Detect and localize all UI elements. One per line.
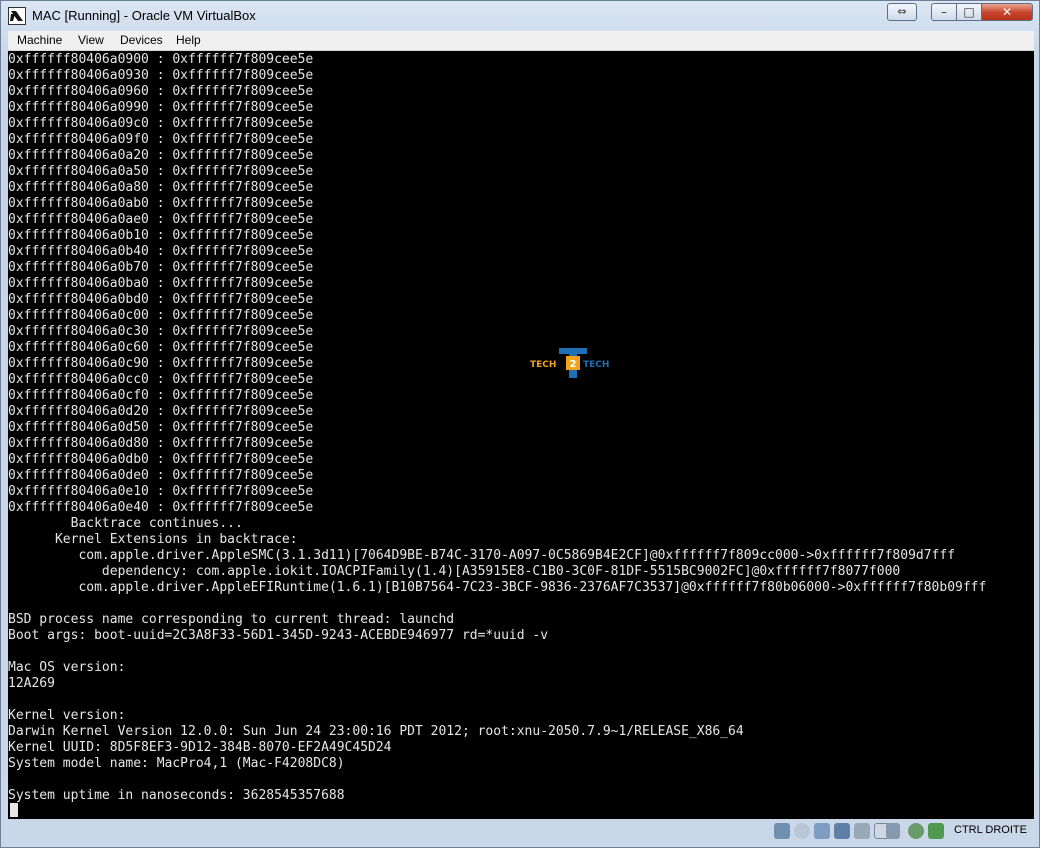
minimize-button[interactable]: – xyxy=(931,3,957,21)
console-line: 0xffffff80406a0bd0 : 0xffffff7f809cee5e xyxy=(8,292,314,307)
console-line: 0xffffff80406a0db0 : 0xffffff7f809cee5e xyxy=(8,452,314,467)
console-line: 0xffffff80406a0b40 : 0xffffff7f809cee5e xyxy=(8,244,314,259)
console-line: 0xffffff80406a0a20 : 0xffffff7f809cee5e xyxy=(8,148,314,163)
menu-view[interactable]: View xyxy=(78,33,104,47)
console-line: Mac OS version: xyxy=(8,660,126,675)
mouse-integration-icon[interactable] xyxy=(928,823,944,839)
close-button[interactable]: ✕ xyxy=(981,3,1033,21)
window-title: MAC [Running] - Oracle VM VirtualBox xyxy=(32,8,256,23)
console-line: 0xffffff80406a0cc0 : 0xffffff7f809cee5e xyxy=(8,372,314,387)
vm-console-screen[interactable]: 0xffffff80406a0900 : 0xffffff7f809cee5e 0… xyxy=(8,51,1034,819)
maximize-button[interactable]: □ xyxy=(956,3,982,21)
console-line: 0xffffff80406a0c30 : 0xffffff7f809cee5e xyxy=(8,324,314,339)
console-line: 0xffffff80406a0d50 : 0xffffff7f809cee5e xyxy=(8,420,314,435)
restore-host-key-button[interactable]: ⇔ xyxy=(887,3,917,21)
usb-icon[interactable] xyxy=(814,823,830,839)
optical-drive-icon[interactable] xyxy=(794,823,810,839)
console-line: 0xffffff80406a09f0 : 0xffffff7f809cee5e xyxy=(8,132,314,147)
menu-bar: Machine View Devices Help xyxy=(8,31,1034,51)
watermark-right: TECH xyxy=(583,360,609,370)
console-line: 0xffffff80406a0b10 : 0xffffff7f809cee5e xyxy=(8,228,314,243)
console-line: 0xffffff80406a0c90 : 0xffffff7f809cee5e xyxy=(8,356,314,371)
hard-disk-icon[interactable] xyxy=(774,823,790,839)
console-line: BSD process name corresponding to curren… xyxy=(8,612,455,627)
host-key-label: CTRL DROITE xyxy=(954,824,1027,836)
console-line: System uptime in nanoseconds: 3628545357… xyxy=(8,788,345,803)
console-line: 0xffffff80406a0900 : 0xffffff7f809cee5e xyxy=(8,52,314,67)
menu-machine[interactable]: Machine xyxy=(17,33,62,47)
cpu-icon[interactable] xyxy=(908,823,924,839)
console-line: 0xffffff80406a09c0 : 0xffffff7f809cee5e xyxy=(8,116,314,131)
title-bar[interactable]: MAC [Running] - Oracle VM VirtualBox ⇔ –… xyxy=(1,1,1039,31)
console-line: 0xffffff80406a0c60 : 0xffffff7f809cee5e xyxy=(8,340,314,355)
console-line: dependency: com.apple.iokit.IOACPIFamily… xyxy=(8,564,901,579)
menu-devices[interactable]: Devices xyxy=(120,33,163,47)
console-line: 0xffffff80406a0960 : 0xffffff7f809cee5e xyxy=(8,84,314,99)
console-line: Kernel Extensions in backtrace: xyxy=(8,532,298,547)
console-line: com.apple.driver.AppleSMC(3.1.3d11)[7064… xyxy=(8,548,956,563)
console-line: Kernel UUID: 8D5F8EF3-9D12-384B-8070-EF2… xyxy=(8,740,392,755)
console-line: com.apple.driver.AppleEFIRuntime(1.6.1)[… xyxy=(8,580,987,595)
console-line: System model name: MacPro4,1 (Mac-F4208D… xyxy=(8,756,345,771)
console-line: 0xffffff80406a0d20 : 0xffffff7f809cee5e xyxy=(8,404,314,419)
watermark-middle: 2 xyxy=(570,359,577,370)
console-line: 0xffffff80406a0de0 : 0xffffff7f809cee5e xyxy=(8,468,314,483)
network-icon[interactable] xyxy=(834,823,850,839)
virtualbox-app-icon[interactable] xyxy=(8,7,26,25)
watermark-left: TECH xyxy=(530,360,556,370)
console-line: 0xffffff80406a0990 : 0xffffff7f809cee5e xyxy=(8,100,314,115)
console-line: 0xffffff80406a0e10 : 0xffffff7f809cee5e xyxy=(8,484,314,499)
console-line: 0xffffff80406a0c00 : 0xffffff7f809cee5e xyxy=(8,308,314,323)
console-line: 0xffffff80406a0cf0 : 0xffffff7f809cee5e xyxy=(8,388,314,403)
console-line: 0xffffff80406a0d80 : 0xffffff7f809cee5e xyxy=(8,436,314,451)
menu-help[interactable]: Help xyxy=(176,33,201,47)
text-cursor xyxy=(10,803,18,817)
console-line: Boot args: boot-uuid=2C3A8F33-56D1-345D-… xyxy=(8,628,549,643)
status-bar: CTRL DROITE xyxy=(8,819,1034,843)
console-line: Darwin Kernel Version 12.0.0: Sun Jun 24… xyxy=(8,724,744,739)
console-line: 0xffffff80406a0a50 : 0xffffff7f809cee5e xyxy=(8,164,314,179)
console-line: Backtrace continues... xyxy=(8,516,243,531)
console-line: 0xffffff80406a0ab0 : 0xffffff7f809cee5e xyxy=(8,196,314,211)
console-line: 0xffffff80406a0930 : 0xffffff7f809cee5e xyxy=(8,68,314,83)
console-output: 0xffffff80406a0900 : 0xffffff7f809cee5e 0… xyxy=(8,52,986,804)
console-line: 0xffffff80406a0b70 : 0xffffff7f809cee5e xyxy=(8,260,314,275)
console-line: 0xffffff80406a0ae0 : 0xffffff7f809cee5e xyxy=(8,212,314,227)
tech2tech-watermark-logo: 2 TECH TECH xyxy=(528,346,618,382)
video-capture-icon[interactable] xyxy=(886,823,900,839)
console-line: 0xffffff80406a0a80 : 0xffffff7f809cee5e xyxy=(8,180,314,195)
console-line: Kernel version: xyxy=(8,708,126,723)
console-line: 12A269 xyxy=(8,676,55,691)
console-line: 0xffffff80406a0e40 : 0xffffff7f809cee5e xyxy=(8,500,314,515)
shared-folders-icon[interactable] xyxy=(854,823,870,839)
virtualbox-window: MAC [Running] - Oracle VM VirtualBox ⇔ –… xyxy=(0,0,1040,848)
console-line: 0xffffff80406a0ba0 : 0xffffff7f809cee5e xyxy=(8,276,314,291)
